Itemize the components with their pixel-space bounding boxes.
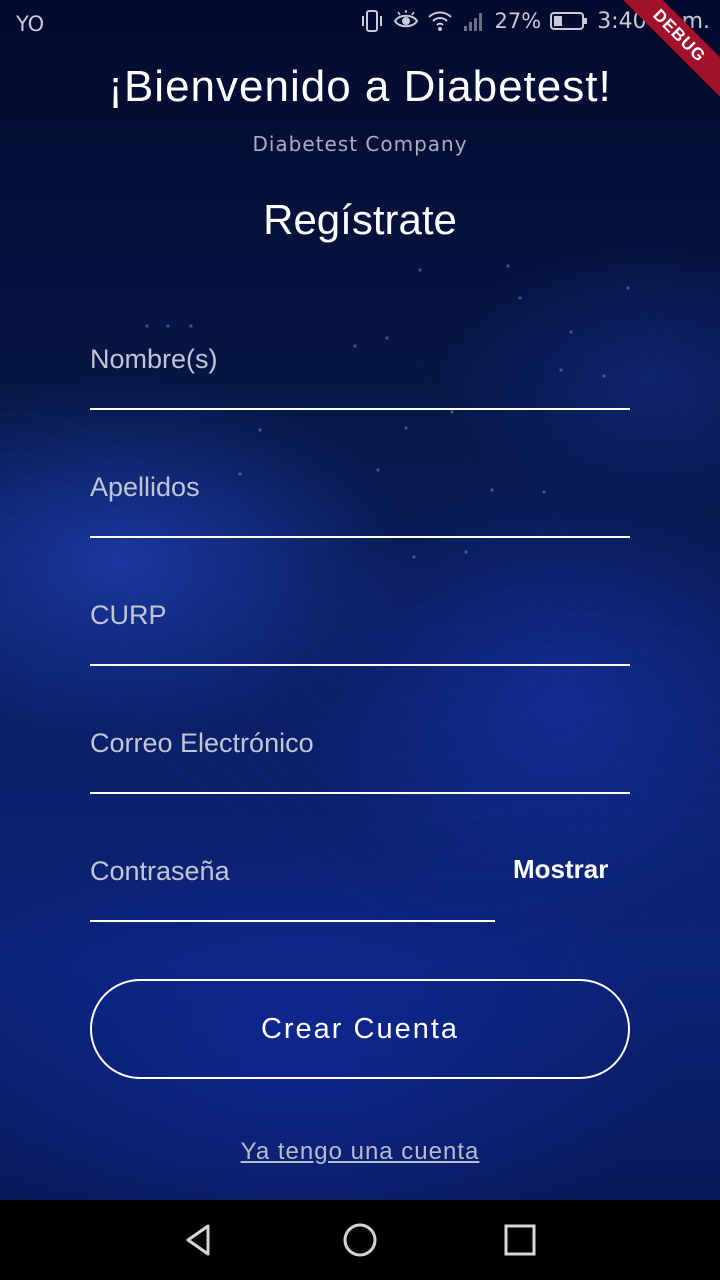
battery-percent: 27% [494, 9, 542, 33]
recents-square-icon[interactable] [498, 1218, 542, 1262]
carrier-label: YO [16, 12, 45, 36]
nombre-field[interactable]: Nombre(s) [90, 308, 630, 410]
eye-icon [393, 10, 418, 28]
existing-account-link[interactable]: Ya tengo una cuenta [0, 1138, 720, 1166]
battery-icon [550, 12, 588, 30]
signal-icon [463, 13, 482, 31]
system-nav-bar [0, 1200, 720, 1280]
password-field[interactable]: Contraseña [90, 820, 495, 922]
status-bar: YO 27% 3:40 m. [0, 0, 720, 50]
vibrate-icon [361, 10, 382, 32]
nombre-placeholder: Nombre(s) [90, 344, 218, 374]
back-triangle-icon[interactable] [178, 1218, 222, 1262]
email-field[interactable]: Correo Electrónico [90, 692, 630, 794]
welcome-heading: ¡Bienvenido a Diabetest! [108, 62, 612, 111]
wifi-icon [427, 11, 452, 31]
home-circle-icon[interactable] [338, 1218, 382, 1262]
create-account-button[interactable]: Crear Cuenta [90, 979, 630, 1079]
page-title: Regístrate [263, 196, 457, 243]
curp-placeholder: CURP [90, 600, 167, 630]
company-subtitle: Diabetest Company [252, 132, 468, 156]
app-screen: YO 27% 3:40 m. DEBUG ¡Bienvenido a Diabe… [0, 0, 720, 1200]
show-password-button[interactable]: Mostrar [513, 854, 608, 885]
apellidos-placeholder: Apellidos [90, 472, 200, 502]
email-placeholder: Correo Electrónico [90, 728, 314, 758]
curp-field[interactable]: CURP [90, 564, 630, 666]
apellidos-field[interactable]: Apellidos [90, 436, 630, 538]
password-placeholder: Contraseña [90, 856, 230, 886]
create-account-label: Crear Cuenta [260, 1012, 460, 1045]
